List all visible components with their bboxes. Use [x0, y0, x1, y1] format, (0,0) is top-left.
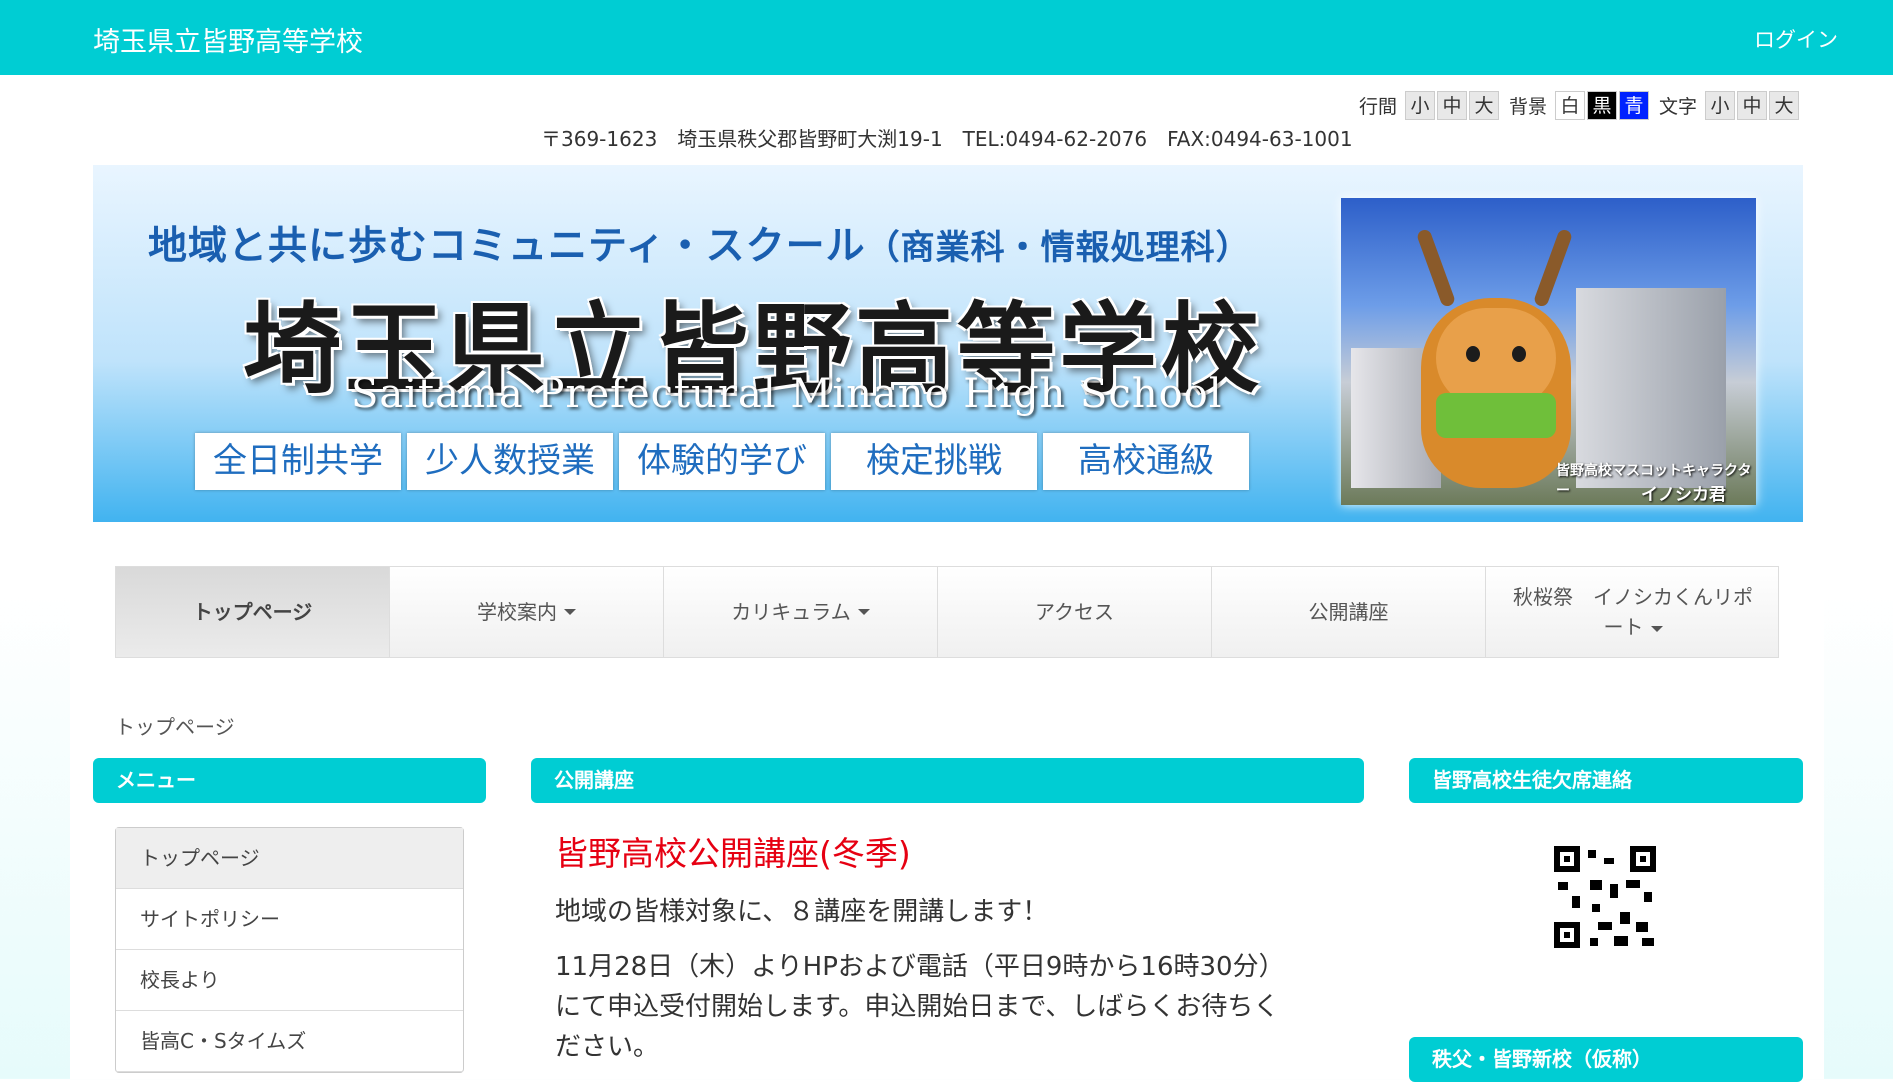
banner-feature: 高校通級: [1043, 433, 1249, 490]
font-size-medium-button[interactable]: 中: [1737, 91, 1767, 120]
site-name-link[interactable]: 埼玉県立皆野高等学校: [93, 20, 363, 59]
qr-module: [1590, 938, 1598, 946]
qr-module: [1592, 904, 1600, 912]
mascot-eye: [1512, 346, 1526, 362]
line-spacing-label: 行間: [1358, 96, 1397, 118]
qr-finder-dot: [1564, 856, 1570, 862]
qr-module: [1598, 922, 1612, 930]
caret-down-icon: [857, 609, 870, 615]
school-building-image: [1576, 288, 1726, 488]
banner-feature: 全日制共学: [195, 433, 401, 490]
font-size-small-button[interactable]: 小: [1705, 91, 1735, 120]
school-address: 〒369-1623 埼玉県秩父郡皆野町大渕19-1 TEL:0494-62-20…: [541, 127, 1353, 151]
mascot-name: イノシカ君: [1641, 485, 1726, 505]
side-menu: トップページ サイトポリシー 校長より 皆高C・Sタイムズ: [115, 827, 464, 1073]
qr-module: [1620, 912, 1630, 924]
nav-item-curriculum[interactable]: カリキュラム: [664, 567, 938, 657]
side-menu-item[interactable]: サイトポリシー: [116, 889, 463, 950]
font-size-large-button[interactable]: 大: [1769, 91, 1799, 120]
background-blue-button[interactable]: 青: [1618, 91, 1649, 120]
nav-item-public-lectures[interactable]: 公開講座: [1212, 567, 1486, 657]
line-spacing-medium-button[interactable]: 中: [1436, 91, 1467, 120]
qr-module: [1588, 850, 1596, 858]
mascot-antler-right: [1532, 228, 1574, 308]
main-navigation: トップページ 学校案内 カリキュラム アクセス 公開講座 秋桜祭 イノシカくんリ…: [115, 566, 1779, 658]
right-box-header-2: 秩父・皆野新校（仮称）: [1409, 1037, 1803, 1082]
article-title[interactable]: 皆野高校公開講座(冬季): [555, 827, 911, 875]
mascot-antler-left: [1415, 228, 1457, 308]
qr-module: [1642, 938, 1654, 946]
article-paragraph-line: にて申込受付開始します。申込開始日まで、しばらくお待ちく: [555, 992, 1280, 1022]
breadcrumb: トップページ: [115, 715, 235, 739]
font-size-label: 文字: [1658, 96, 1697, 118]
background-label: 背景: [1508, 96, 1547, 118]
nav-item-label: 公開講座: [1308, 600, 1389, 624]
qr-module: [1626, 880, 1640, 888]
banner-feature: 体験的学び: [619, 433, 825, 490]
nav-item-label: トップページ: [192, 600, 313, 624]
line-spacing-small-button[interactable]: 小: [1404, 91, 1435, 120]
qr-module: [1604, 858, 1614, 864]
article-paragraph-line: 11月28日（木）よりHPおよび電話（平日9時から16時30分）: [555, 952, 1285, 982]
mascot-scarf: [1436, 393, 1556, 438]
qr-module: [1644, 892, 1652, 902]
qr-finder-dot: [1640, 856, 1646, 862]
qr-module: [1590, 880, 1602, 890]
qr-module: [1572, 896, 1580, 908]
header-banner[interactable]: 地域と共に歩むコミュニティ・スクール（商業科・情報処理科） 埼玉県立皆野高等学校…: [93, 165, 1803, 522]
qr-module: [1614, 936, 1628, 946]
center-box-header: 公開講座: [531, 758, 1364, 803]
banner-tagline: 地域と共に歩むコミュニティ・スクール（商業科・情報処理科）: [148, 215, 1251, 271]
nav-item-label-wrap: 秋桜祭 イノシカくんリポート: [1506, 582, 1760, 642]
nav-item-label: アクセス: [1035, 600, 1114, 624]
nav-item-label: 秋桜祭 イノシカくんリポート: [1513, 585, 1753, 639]
caret-down-icon: [564, 609, 576, 615]
nav-item-label: 学校案内: [477, 600, 557, 624]
caret-down-icon: [1650, 625, 1663, 632]
login-link[interactable]: ログイン: [1754, 24, 1838, 54]
mascot-eye: [1466, 346, 1480, 362]
top-bar: 埼玉県立皆野高等学校 ログイン: [0, 0, 1893, 75]
article-paragraph-line: ださい。: [555, 1032, 660, 1062]
banner-tagline-paren: （商業科・情報処理科）: [865, 228, 1251, 268]
nav-item-school-guide[interactable]: 学校案内: [390, 567, 664, 657]
mascot-photo: 皆野高校マスコットキャラクター イノシカ君: [1341, 198, 1756, 505]
nav-item-access[interactable]: アクセス: [938, 567, 1212, 657]
qr-module: [1610, 884, 1618, 898]
qr-finder-dot: [1564, 932, 1570, 938]
background-black-button[interactable]: 黒: [1586, 91, 1617, 120]
background-white-button[interactable]: 白: [1554, 91, 1585, 120]
line-spacing-large-button[interactable]: 大: [1468, 91, 1499, 120]
nav-item-top-page[interactable]: トップページ: [116, 567, 390, 657]
left-box-header: メニュー: [93, 758, 486, 803]
nav-item-label: カリキュラム: [731, 600, 851, 624]
banner-feature: 少人数授業: [407, 433, 613, 490]
qr-module: [1558, 882, 1568, 890]
banner-feature: 検定挑戦: [831, 433, 1037, 490]
banner-feature-list: 全日制共学 少人数授業 体験的学び 検定挑戦 高校通級: [195, 433, 1249, 490]
qr-code-image[interactable]: [1554, 846, 1656, 948]
banner-english-name: Saitama Prefectural Minano High School: [351, 371, 1223, 417]
side-menu-item[interactable]: トップページ: [116, 828, 463, 889]
side-menu-item[interactable]: 校長より: [116, 950, 463, 1011]
right-box-header: 皆野高校生徒欠席連絡: [1409, 758, 1803, 803]
article-paragraph: 地域の皆様対象に、８講座を開講します！: [555, 897, 1049, 927]
accessibility-toolbar: 行間 小 中 大 背景 白 黒 青 文字 小 中 大: [1351, 91, 1799, 120]
side-menu-item[interactable]: 皆高C・Sタイムズ: [116, 1011, 463, 1072]
qr-module: [1636, 922, 1648, 932]
nav-item-festival-report[interactable]: 秋桜祭 イノシカくんリポート: [1486, 567, 1780, 657]
banner-tagline-main: 地域と共に歩むコミュニティ・スクール: [148, 224, 866, 269]
